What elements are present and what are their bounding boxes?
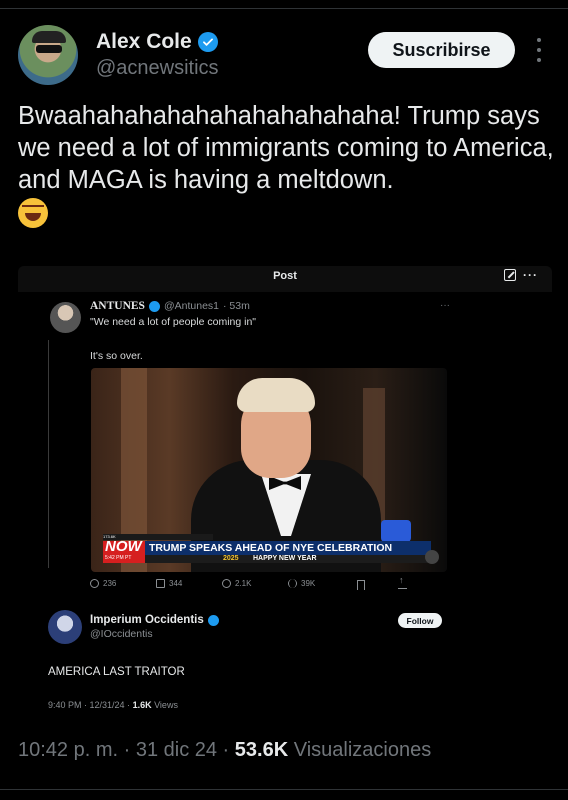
chyron-year: 2025: [223, 555, 239, 562]
author-name[interactable]: Alex Cole: [96, 30, 192, 54]
reply-name-row: Imperium Occidentis: [90, 614, 219, 626]
network-logo-icon: [425, 550, 439, 564]
repost-icon: [156, 579, 165, 588]
reply-verified-icon: [207, 614, 219, 626]
repost-count: 344: [169, 579, 183, 588]
reply-handle: @IOccidentis: [90, 628, 153, 640]
bottom-divider: [0, 789, 568, 790]
tweet-text: Bwaahahahahahahahahahahaha! Trump says w…: [18, 100, 558, 231]
reply-time: 9:40 PM · 12/31/24 ·: [48, 700, 131, 710]
avatar-sunglasses: [36, 45, 62, 53]
footer-views-label: Visualizaciones: [293, 739, 432, 761]
quoted-stats-row: 236 344 2.1K 39K: [90, 579, 430, 588]
author-avatar[interactable]: [18, 25, 78, 85]
news-chyron: 173.6K NOW TRUMP SPEAKS AHEAD OF NYE CEL…: [103, 534, 443, 564]
top-divider: [0, 8, 568, 9]
reply-count: 236: [103, 579, 117, 588]
author-name-row: Alex Cole: [96, 30, 218, 54]
quoted-body: It's so over.: [90, 350, 143, 362]
reply-text: AMERICA LAST TRAITOR: [48, 666, 185, 678]
reply-stat: 236: [90, 579, 156, 588]
edit-icon: [504, 269, 516, 281]
like-stat: 2.1K: [222, 579, 288, 588]
chyron-headline: TRUMP SPEAKS AHEAD OF NYE CELEBRATION: [149, 542, 393, 554]
reply-views-count: 1.6K: [132, 700, 152, 710]
author-handle[interactable]: @acnewsitics: [96, 57, 219, 80]
chyron-subline: HAPPY NEW YEAR: [253, 555, 317, 562]
quoted-quote: "We need a lot of people coming in": [90, 316, 257, 328]
reply-icon: [90, 579, 99, 588]
quoted-avatar: [50, 302, 81, 333]
chyron-time: 5:42 PM PT: [105, 555, 132, 561]
share-icon: [398, 575, 407, 589]
quoted-time: · 53m: [223, 300, 250, 312]
quoted-more-icon: ···: [440, 300, 450, 311]
reply-views-label: Views: [154, 700, 178, 710]
follow-button: Follow: [398, 613, 442, 628]
speaker-hair: [237, 378, 315, 412]
now-label: NOW: [105, 538, 142, 555]
embed-header-title: Post: [273, 270, 297, 282]
views-count: 39K: [301, 579, 316, 588]
like-count: 2.1K: [235, 579, 252, 588]
views-stat: 39K: [288, 579, 354, 588]
thread-line: [48, 340, 49, 568]
quoted-handle: @Antunes1: [163, 300, 219, 312]
footer-views-count[interactable]: 53.6K: [235, 739, 288, 761]
repost-stat: 344: [156, 579, 222, 588]
views-icon: [288, 579, 297, 588]
quoted-verified-icon: [148, 300, 160, 312]
subscribe-button[interactable]: Suscribirse: [368, 32, 515, 68]
embed-more-icon: ···: [523, 268, 538, 282]
footer-time[interactable]: 10:42 p. m. · 31 dic 24 ·: [18, 739, 229, 761]
reply-avatar: [48, 610, 82, 644]
more-options-icon[interactable]: [531, 38, 547, 62]
bookmark-icon: [357, 580, 365, 590]
rolling-laughing-emoji-icon: [18, 198, 48, 228]
reply-meta: 9:40 PM · 12/31/24 · 1.6K Views: [48, 700, 178, 710]
tweet-footer: 10:42 p. m. · 31 dic 24 · 53.6K Visualiz…: [18, 739, 431, 762]
quoted-name: ANTUNES: [90, 300, 145, 312]
reply-name: Imperium Occidentis: [90, 614, 204, 626]
news-video-frame: 173.6K NOW TRUMP SPEAKS AHEAD OF NYE CEL…: [91, 368, 447, 572]
heart-icon: [222, 579, 231, 588]
avatar-cap: [32, 31, 66, 43]
quoted-name-row: ANTUNES @Antunes1 · 53m: [90, 300, 250, 312]
tweet-body: Bwaahahahahahahahahahahaha! Trump says w…: [18, 102, 554, 194]
verified-badge-icon: [197, 32, 218, 52]
